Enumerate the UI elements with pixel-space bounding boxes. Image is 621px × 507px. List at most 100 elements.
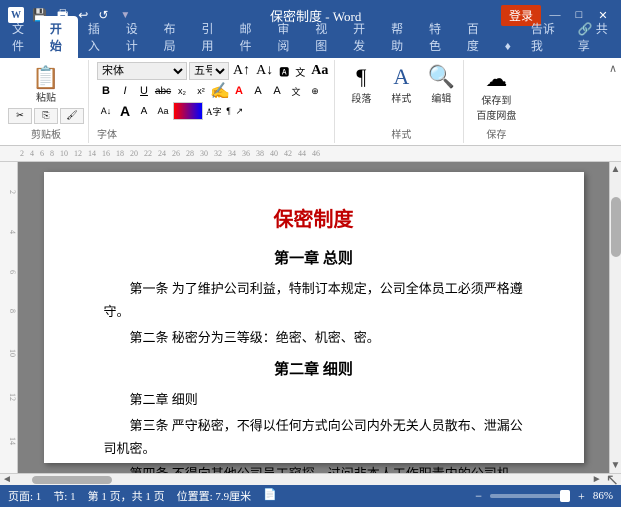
char-border-button[interactable]: A — [268, 82, 286, 100]
copy-button[interactable]: ⎘ — [34, 108, 58, 124]
highlight-button[interactable]: ✍ — [211, 82, 229, 100]
cut-copy-row: ✂ ⎘ 🖌 — [8, 108, 84, 124]
ruler-mark: 32 — [214, 149, 222, 158]
ruler-mark: 42 — [284, 149, 292, 158]
paragraph-button-row: ¶ 段落 A 样式 🔍 编辑 — [343, 62, 459, 107]
font-color2-button[interactable]: A↓ — [97, 102, 115, 120]
v-ruler-mark: 6 — [0, 270, 17, 274]
big-a-button[interactable]: A — [116, 102, 134, 120]
ribbon-tabs: 文件 开始 插入 设计 布局 引用 邮件 审阅 视图 开发 帮助 特色 百度 ♦… — [0, 30, 621, 58]
tab-help[interactable]: 帮助 — [381, 16, 419, 58]
font-color-button[interactable]: A — [230, 82, 248, 100]
ruler-mark: 34 — [228, 149, 236, 158]
tab-file[interactable]: 文件 — [2, 16, 40, 58]
font-size-select[interactable]: 五号 — [189, 62, 229, 80]
doc-para-5: 第四条 不得向其他公司员工窥探、过问非本人工作职责内的公司机密。 — [104, 462, 524, 473]
ruler-mark: 12 — [74, 149, 82, 158]
tab-references[interactable]: 引用 — [192, 16, 230, 58]
clipboard-group: 📋 粘贴 ✂ ⎘ 🖌 剪贴板 — [4, 60, 89, 143]
tab-diamond[interactable]: ♦ — [495, 35, 521, 58]
zoom-thumb[interactable] — [560, 490, 570, 502]
status-bar: 页面: 1 节: 1 第 1 页，共 1 页 位置置: 7.9厘米 📄 − + … — [0, 485, 621, 507]
scroll-left-button[interactable]: ◄ — [2, 474, 12, 485]
zoom-slider[interactable] — [490, 494, 570, 498]
bold-button[interactable]: B — [97, 82, 115, 100]
ribbon: 📋 粘贴 ✂ ⎘ 🖌 剪贴板 宋体 五号 A — [0, 58, 621, 146]
phonetic-button[interactable]: 文 — [287, 82, 305, 100]
tab-home[interactable]: 开始 — [40, 16, 78, 58]
italic-button[interactable]: I — [116, 82, 134, 100]
tab-dev[interactable]: 开发 — [343, 16, 381, 58]
superscript-button[interactable]: x² — [192, 82, 210, 100]
subscript-button[interactable]: x₂ — [173, 82, 191, 100]
doc-para-4: 第三条 严守秘密，不得以任何方式向公司内外无关人员散布、泄漏公司机密。 — [104, 414, 524, 461]
edit-button[interactable]: 🔍 编辑 — [423, 62, 459, 107]
paste-button[interactable]: 📋 粘贴 — [28, 65, 64, 106]
strikethrough-button[interactable]: abc — [154, 82, 172, 100]
ruler-marks: 2 4 6 8 10 12 14 16 18 20 22 24 26 28 30… — [20, 149, 621, 158]
zoom-out-button[interactable]: − — [475, 489, 482, 504]
zoom-in-button[interactable]: + — [578, 489, 585, 504]
scroll-right-button[interactable]: ► — [592, 474, 602, 485]
ruler-mark: 24 — [158, 149, 166, 158]
scrollbar-thumb[interactable] — [611, 197, 621, 257]
style-group-label: 样式 — [391, 126, 411, 141]
tab-special[interactable]: 特色 — [419, 16, 457, 58]
ruler-mark: 2 — [20, 149, 24, 158]
save-content: ☁ 保存到 百度网盘 — [472, 62, 520, 126]
status-left: 页面: 1 节: 1 第 1 页，共 1 页 位置置: 7.9厘米 📄 — [8, 488, 277, 504]
style-group: ¶ 段落 A 样式 🔍 编辑 样式 — [339, 60, 464, 143]
tab-view[interactable]: 视图 — [305, 16, 343, 58]
paste-icon: 📋 — [32, 67, 59, 89]
font-color-bar[interactable] — [173, 102, 203, 120]
document-scroll-area[interactable]: 保密制度 第一章 总则 第一条 为了维护公司利益，特制订本规定，公司全体员工必须… — [18, 162, 609, 473]
font-launcher-icon[interactable]: ↗ — [234, 106, 246, 117]
char-shade-button[interactable]: A — [249, 82, 267, 100]
style-button[interactable]: A 样式 — [383, 62, 419, 107]
font-name-select[interactable]: 宋体 — [97, 62, 187, 80]
style-content: ¶ 段落 A 样式 🔍 编辑 — [343, 62, 459, 126]
font-group: 宋体 五号 A↑ A↓ 🅰 文 Aa B I U abc x₂ x² ✍ — [93, 60, 335, 143]
doc-chapter1: 第一章 总则 — [104, 246, 524, 273]
aa-button[interactable]: Aa — [154, 102, 172, 120]
vertical-scrollbar[interactable]: ▲ ▼ — [609, 162, 621, 473]
page-count-status: 第 1 页，共 1 页 — [88, 488, 165, 504]
font-shrink-button[interactable]: A↓ — [254, 63, 275, 79]
scroll-up-button[interactable]: ▲ — [609, 162, 621, 177]
ruler-mark: 46 — [312, 149, 320, 158]
underline-button[interactable]: U — [135, 82, 153, 100]
tab-baidu[interactable]: 百度 — [457, 16, 495, 58]
v-ruler-mark: 8 — [0, 309, 17, 313]
format-painter-button[interactable]: 🖌 — [60, 108, 84, 124]
v-ruler-mark: 12 — [0, 393, 17, 401]
clear-format-button[interactable]: 🅰 — [277, 64, 291, 79]
encircle-button[interactable]: ⊕ — [306, 82, 324, 100]
save-baidu-button[interactable]: ☁ 保存到 百度网盘 — [472, 64, 520, 124]
doc-para-1: 第一条 为了维护公司利益，特制订本规定，公司全体员工必须严格遵守。 — [104, 277, 524, 324]
cut-button[interactable]: ✂ — [8, 108, 32, 124]
document-page[interactable]: 保密制度 第一章 总则 第一条 为了维护公司利益，特制订本规定，公司全体员工必须… — [44, 172, 584, 463]
paste-label: 粘贴 — [36, 89, 56, 104]
hscroll-thumb[interactable] — [32, 476, 112, 484]
caps-button[interactable]: Aa — [309, 63, 330, 79]
tab-layout[interactable]: 布局 — [154, 16, 192, 58]
font-grow-button[interactable]: A↑ — [231, 63, 252, 79]
tab-insert[interactable]: 插入 — [78, 16, 116, 58]
wubi-icon[interactable]: 文 — [293, 64, 307, 79]
tab-design[interactable]: 设计 — [116, 16, 154, 58]
clipboard-content: 📋 粘贴 ✂ ⎘ 🖌 — [8, 62, 84, 126]
ribbon-collapse-button[interactable]: ∧ — [609, 62, 617, 75]
ruler-mark: 8 — [50, 149, 54, 158]
small-a-button[interactable]: A — [135, 102, 153, 120]
save-group: ☁ 保存到 百度网盘 保存 — [468, 60, 524, 143]
tab-review[interactable]: 审阅 — [267, 16, 305, 58]
tab-mail[interactable]: 邮件 — [229, 16, 267, 58]
tab-share[interactable]: 🔗 共享 — [568, 16, 619, 58]
paragraph-style-button[interactable]: ¶ 段落 — [343, 62, 379, 107]
v-ruler-mark: 2 — [0, 190, 17, 194]
horizontal-scrollbar[interactable]: ◄ ► ↖ — [0, 473, 621, 485]
document-container: 2 4 6 8 10 12 14 保密制度 第一章 总则 第一条 为了维护公司利… — [0, 162, 621, 473]
v-ruler-mark: 14 — [0, 437, 17, 445]
ruler-mark: 18 — [116, 149, 124, 158]
tab-tellme[interactable]: 告诉我 — [521, 16, 568, 58]
